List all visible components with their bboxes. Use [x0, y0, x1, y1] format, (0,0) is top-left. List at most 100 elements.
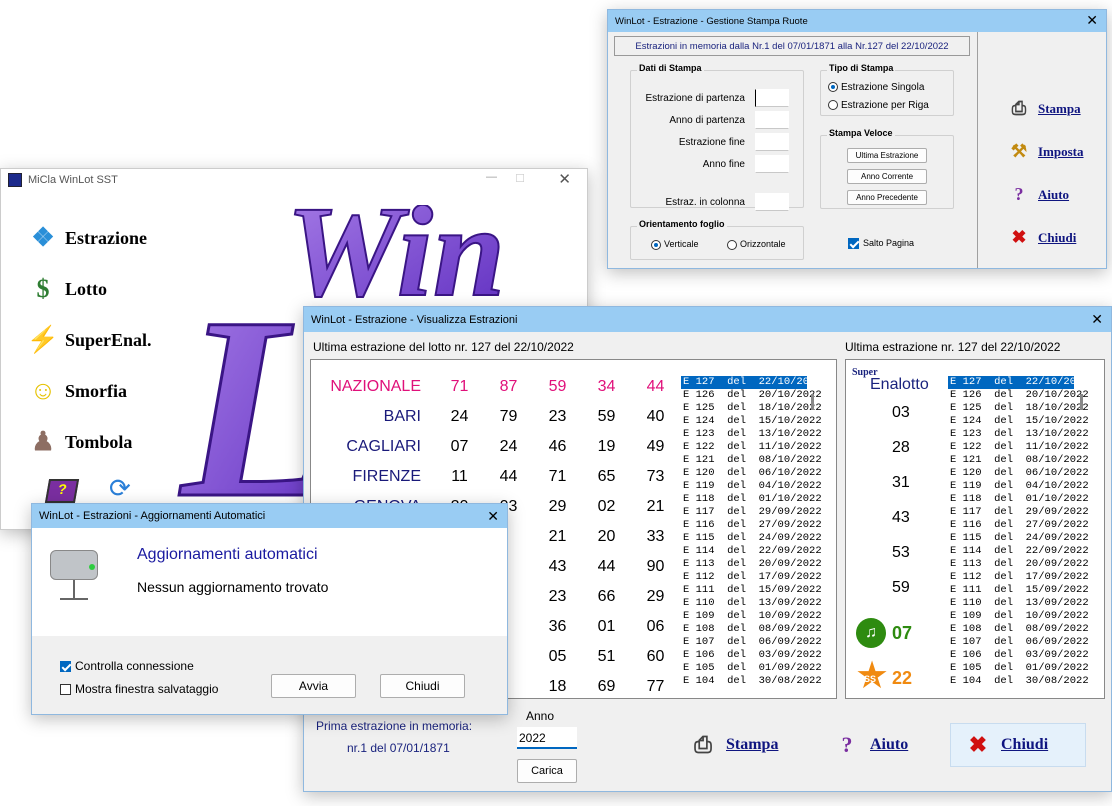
stampa-view-button[interactable]: ⎙ Stampa [676, 723, 790, 767]
extraction-item[interactable]: E 112 del 17/09/2022 [681, 571, 822, 584]
radio-icon [828, 82, 838, 93]
extraction-item[interactable]: E 117 del 29/09/2022 [948, 506, 1089, 519]
dati-field-input[interactable] [755, 193, 789, 211]
extraction-item[interactable]: E 108 del 08/09/2022 [681, 623, 822, 636]
extraction-item[interactable]: E 105 del 01/09/2022 [681, 662, 822, 675]
check-controlla-connessione[interactable]: Controlla connessione [60, 659, 194, 673]
extraction-item[interactable]: E 123 del 13/10/2022 [948, 428, 1089, 441]
dati-field-input[interactable] [755, 155, 789, 173]
extraction-item[interactable]: E 106 del 03/09/2022 [681, 649, 822, 662]
menu-item-superenal[interactable]: ⚡ SuperEnal. [27, 323, 152, 357]
extraction-item[interactable]: E 115 del 24/09/2022 [948, 532, 1089, 545]
update-heading: Aggiornamenti automatici [137, 546, 318, 563]
salto-pagina-check[interactable]: Salto Pagina [848, 238, 914, 250]
extraction-item[interactable]: E 104 del 30/08/2022 [681, 675, 822, 688]
extraction-item[interactable]: E 114 del 22/09/2022 [948, 545, 1089, 558]
extraction-item[interactable]: E 111 del 15/09/2022 [948, 584, 1089, 597]
refresh-icon[interactable]: ⟳ [109, 473, 131, 504]
extraction-item[interactable]: E 111 del 15/09/2022 [681, 584, 822, 597]
extraction-item[interactable]: E 124 del 15/10/2022 [681, 415, 822, 428]
extraction-item[interactable]: E 120 del 06/10/2022 [948, 467, 1089, 480]
update-chiudi-button[interactable]: Chiudi [380, 674, 465, 698]
aiuto-print-button[interactable]: ? Aiuto [1006, 184, 1070, 205]
extraction-item[interactable]: E 113 del 20/09/2022 [948, 558, 1089, 571]
lotto-extraction-list[interactable]: E 127 del 22/10/2022 E 126 del 20/10/2022… [681, 376, 822, 688]
anno-corrente-button[interactable]: Anno Corrente [847, 169, 927, 184]
anno-precedente-button[interactable]: Anno Precedente [847, 190, 927, 205]
dati-field-input[interactable] [755, 89, 789, 107]
aiuto-view-button[interactable]: ? Aiuto [820, 723, 920, 767]
extraction-item[interactable]: E 106 del 03/09/2022 [948, 649, 1089, 662]
avvia-button[interactable]: Avvia [271, 674, 356, 698]
extraction-item[interactable]: E 126 del 20/10/2022 [948, 389, 1089, 402]
extraction-item[interactable]: E 125 del 18/10/2022 [948, 402, 1089, 415]
extraction-item[interactable]: E 110 del 13/09/2022 [948, 597, 1089, 610]
extraction-item[interactable]: E 107 del 06/09/2022 [681, 636, 822, 649]
se-scrollbar[interactable] [1080, 394, 1083, 410]
checkbox-icon [60, 661, 71, 673]
update-close-icon[interactable]: ✕ [487, 509, 499, 523]
extraction-item[interactable]: E 113 del 20/09/2022 [681, 558, 822, 571]
extraction-item[interactable]: E 114 del 22/09/2022 [681, 545, 822, 558]
lotto-scrollbar[interactable] [811, 394, 814, 410]
menu-item-estrazione[interactable]: ❖ Estrazione [27, 221, 147, 255]
carica-button[interactable]: Carica [517, 759, 577, 783]
extraction-item[interactable]: E 119 del 04/10/2022 [681, 480, 822, 493]
update-message: Nessun aggiornamento trovato [137, 579, 329, 595]
extraction-item[interactable]: E 115 del 24/09/2022 [681, 532, 822, 545]
menu-item-lotto[interactable]: $ Lotto [27, 272, 108, 306]
extraction-item[interactable]: E 124 del 15/10/2022 [948, 415, 1089, 428]
print-close-icon[interactable]: ✕ [1086, 13, 1098, 27]
check-mostra-finestra[interactable]: Mostra finestra salvataggio [60, 682, 218, 696]
extraction-item[interactable]: E 107 del 06/09/2022 [948, 636, 1089, 649]
extraction-item[interactable]: E 118 del 01/10/2022 [681, 493, 822, 506]
close-icon[interactable]: ✕ [558, 170, 571, 188]
extraction-item[interactable]: E 120 del 06/10/2022 [681, 467, 822, 480]
extraction-item[interactable]: E 117 del 29/09/2022 [681, 506, 822, 519]
stampa-print-button[interactable]: ⎙ Stampa [1006, 98, 1081, 119]
maximize-icon[interactable]: ☐ [515, 172, 525, 185]
menu-item-label: Smorfia [65, 380, 127, 401]
dati-field-input[interactable] [755, 133, 789, 151]
radio-estrazione-riga[interactable]: Estrazione per Riga [828, 100, 929, 111]
extraction-item[interactable]: E 119 del 04/10/2022 [948, 480, 1089, 493]
extraction-item[interactable]: E 125 del 18/10/2022 [681, 402, 822, 415]
extraction-item[interactable]: E 123 del 13/10/2022 [681, 428, 822, 441]
extraction-item[interactable]: E 121 del 08/10/2022 [681, 454, 822, 467]
lotto-number: 21 [646, 498, 665, 515]
radio-estrazione-singola[interactable]: Estrazione Singola [828, 82, 924, 93]
menu-item-tombola[interactable]: ♟ Tombola [27, 425, 132, 459]
extraction-item[interactable]: E 127 del 22/10/2022 [948, 376, 1089, 389]
extraction-item[interactable]: E 126 del 20/10/2022 [681, 389, 822, 402]
radio-orizzontale[interactable]: Orizzontale [727, 239, 786, 250]
lotto-number: 36 [548, 618, 567, 635]
chiudi-view-button[interactable]: ✖ Chiudi [950, 723, 1086, 767]
ultima-estrazione-button[interactable]: Ultima Estrazione [847, 148, 927, 163]
extraction-item[interactable]: E 104 del 30/08/2022 [948, 675, 1089, 688]
extraction-item[interactable]: E 116 del 27/09/2022 [948, 519, 1089, 532]
radio-verticale[interactable]: Verticale [651, 239, 699, 250]
extraction-item[interactable]: E 109 del 10/09/2022 [681, 610, 822, 623]
extraction-item[interactable]: E 110 del 13/09/2022 [681, 597, 822, 610]
extraction-item[interactable]: E 121 del 08/10/2022 [948, 454, 1089, 467]
extraction-item[interactable]: E 112 del 17/09/2022 [948, 571, 1089, 584]
extraction-item[interactable]: E 127 del 22/10/2022 [681, 376, 822, 389]
chiudi-print-button[interactable]: ✖ Chiudi [1006, 227, 1076, 248]
se-extraction-list[interactable]: E 127 del 22/10/2022 E 126 del 20/10/2022… [948, 376, 1089, 688]
extraction-item[interactable]: E 116 del 27/09/2022 [681, 519, 822, 532]
extraction-item[interactable]: E 118 del 01/10/2022 [948, 493, 1089, 506]
anno-input[interactable]: 2022 [517, 727, 577, 749]
dati-stampa-legend: Dati di Stampa [637, 63, 704, 73]
extraction-item[interactable]: E 105 del 01/09/2022 [948, 662, 1089, 675]
dati-field-input[interactable] [755, 111, 789, 129]
extraction-item[interactable]: E 109 del 10/09/2022 [948, 610, 1089, 623]
menu-item-smorfia[interactable]: ☺ Smorfia [27, 374, 127, 408]
lotto-number: 24 [499, 438, 518, 455]
view-close-icon[interactable]: ✕ [1091, 312, 1103, 326]
help-book-icon[interactable]: ? [44, 479, 80, 503]
minimize-icon[interactable]: — [486, 171, 497, 183]
extraction-item[interactable]: E 108 del 08/09/2022 [948, 623, 1089, 636]
imposta-print-button[interactable]: ⚒ Imposta [1006, 141, 1084, 162]
extraction-item[interactable]: E 122 del 11/10/2022 [681, 441, 822, 454]
extraction-item[interactable]: E 122 del 11/10/2022 [948, 441, 1089, 454]
